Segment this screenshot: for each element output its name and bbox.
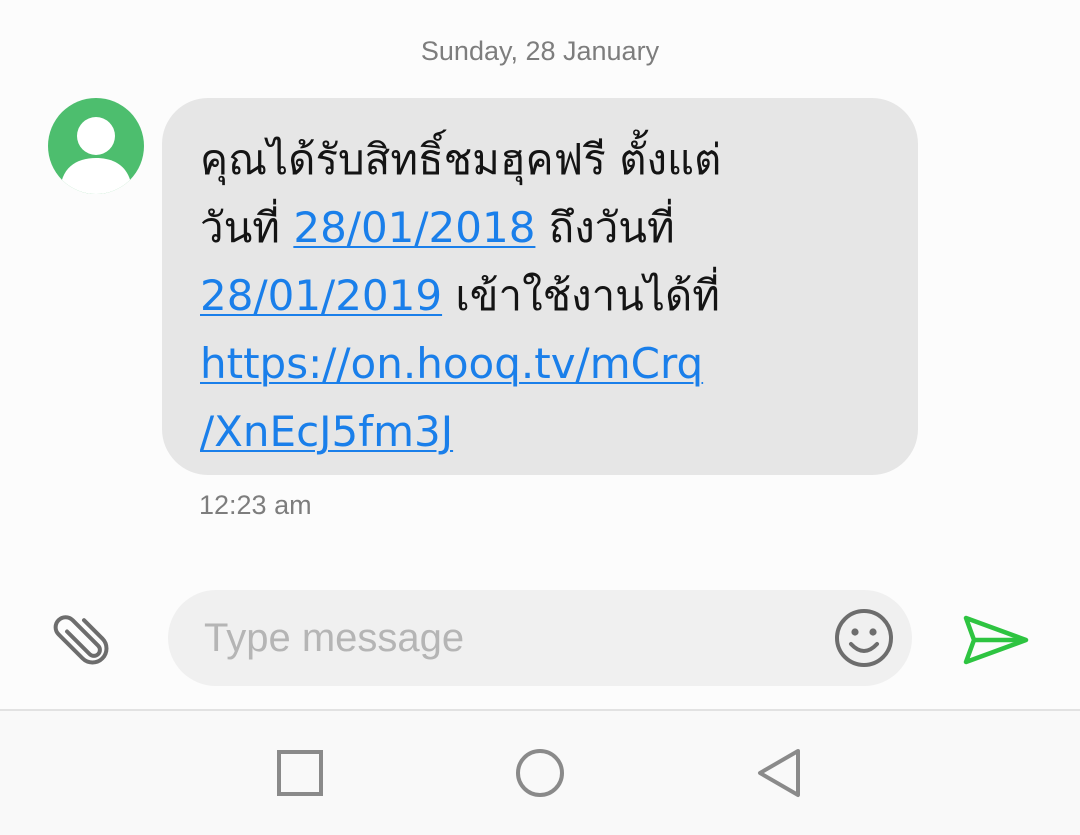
smiley-icon	[835, 609, 893, 667]
start-date-link[interactable]: 28/01/2018	[293, 203, 535, 252]
square-icon	[277, 750, 323, 796]
date-header: Sunday, 28 January	[420, 36, 660, 66]
emoji-button[interactable]	[832, 606, 896, 670]
message-timestamp: 12:23 am	[199, 490, 312, 520]
message-composer	[168, 590, 912, 686]
message-bubble[interactable]: คุณได้รับสิทธิ์ชมฮุคฟรี ตั้งแต่ วันที่ 2…	[162, 98, 918, 475]
message-line-1: คุณได้รับสิทธิ์ชมฮุคฟรี ตั้งแต่	[200, 135, 722, 184]
send-button[interactable]	[960, 608, 1032, 672]
end-date-link[interactable]: 28/01/2019	[200, 271, 442, 320]
attach-button[interactable]	[52, 608, 116, 672]
message-text-segment: เข้าใช้งานได้ที่	[442, 271, 720, 320]
home-button[interactable]	[512, 745, 568, 801]
messaging-screen: Sunday, 28 January คุณได้รับสิทธิ์ชมฮุคฟ…	[0, 0, 1080, 835]
send-arrow-icon	[963, 615, 1029, 665]
contact-avatar[interactable]	[48, 98, 144, 194]
message-input[interactable]	[204, 590, 804, 686]
message-text-segment: วันที่	[200, 203, 294, 252]
system-nav-bar	[0, 711, 1080, 835]
message-text: คุณได้รับสิทธิ์ชมฮุคฟรี ตั้งแต่ วันที่ 2…	[200, 126, 888, 466]
url-link-part-1[interactable]: https://on.hooq.tv/mCrq	[200, 339, 703, 388]
contact-silhouette-icon	[60, 117, 132, 194]
back-button[interactable]	[752, 745, 808, 801]
circle-icon	[516, 749, 564, 797]
triangle-back-icon	[758, 749, 800, 797]
message-text-segment: ถึงวันที่	[535, 203, 675, 252]
url-link-part-2[interactable]: /XnEcJ5fm3J	[200, 407, 453, 456]
recents-button[interactable]	[272, 745, 328, 801]
paperclip-icon	[53, 615, 109, 665]
